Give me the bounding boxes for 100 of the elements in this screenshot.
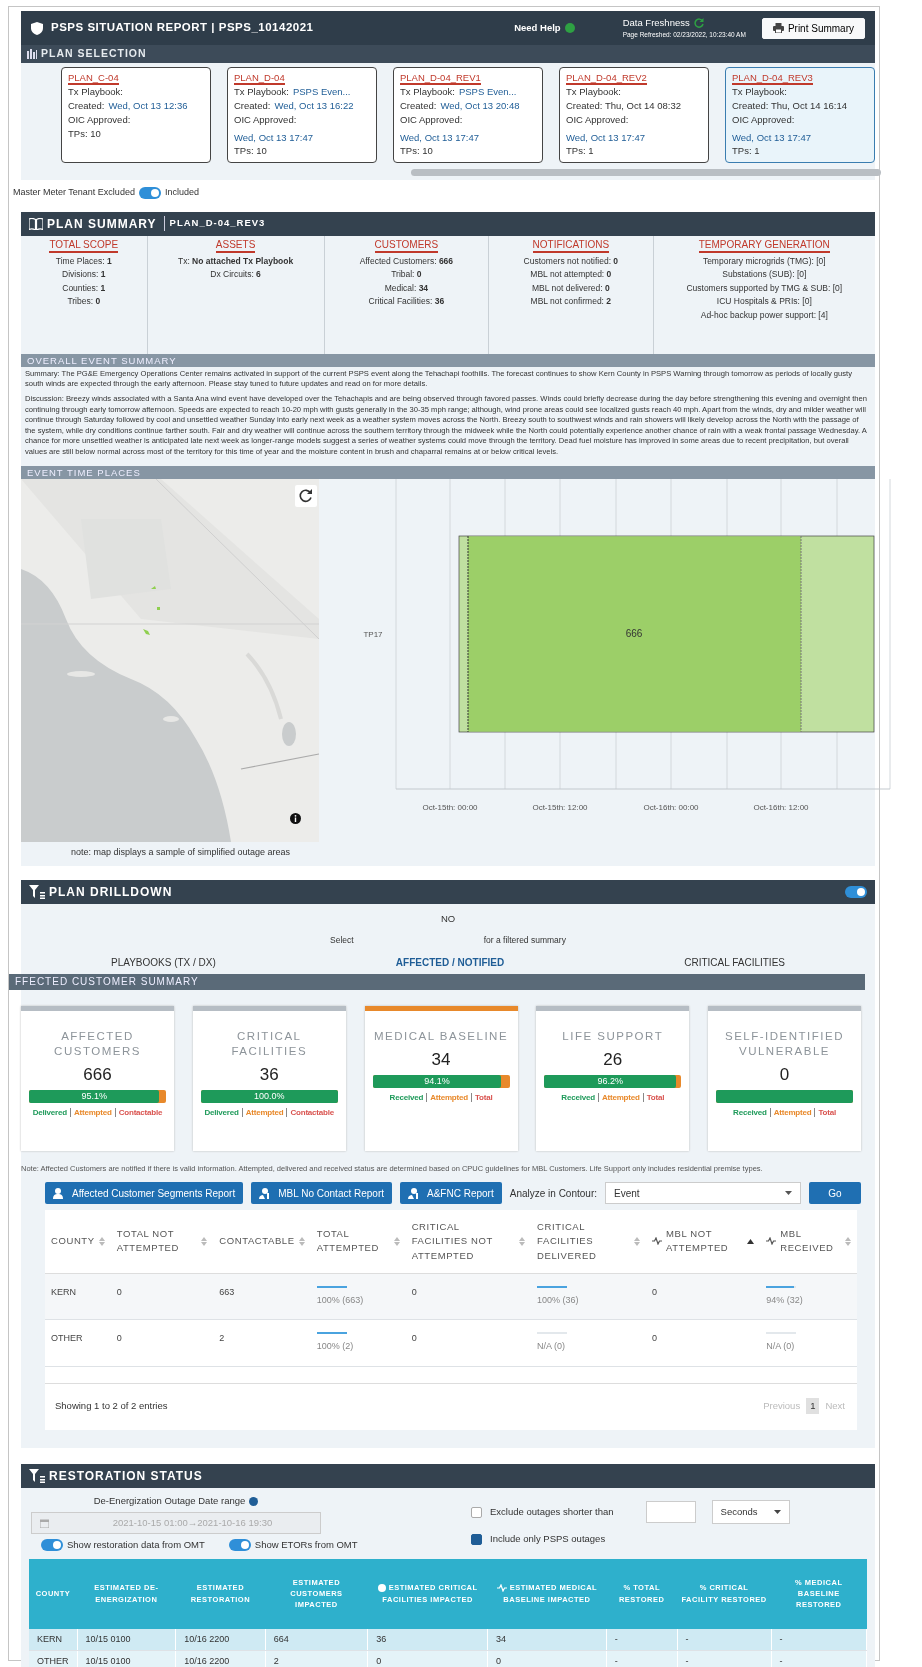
column-header[interactable]: TOTAL NOT ATTEMPTED [116, 1227, 208, 1256]
toggle-switch[interactable] [138, 186, 161, 199]
table-cell: OTHER [37, 1656, 69, 1666]
plan-card[interactable]: PLAN_C-04 Tx Playbook: Created: Wed, Oct 13 12:36 OIC Approved: TPs: 10 [61, 67, 211, 163]
field-label: De-Energization Outage Date range [93, 1494, 246, 1508]
column-header[interactable]: TOTAL ATTEMPTED [316, 1227, 400, 1256]
legend-label: Total [814, 1108, 836, 1118]
pagination-link[interactable]: 1 [806, 1397, 820, 1414]
sort-icon [634, 1236, 641, 1246]
summary-line: Dx Circuits: 6 [209, 268, 262, 282]
field-value: Wed, Oct 13 12:36 [108, 99, 188, 113]
column-header[interactable]: CRITICAL FACILITIES DELIVERED [537, 1220, 641, 1263]
metric-card[interactable]: SELF-IDENTIFIED VULNERABLE 0 Received Attempted Total [708, 1005, 861, 1151]
help-link[interactable]: Need Help [514, 20, 561, 36]
column-header[interactable]: CRITICAL FACILITIES NOT ATTEMPTED [411, 1220, 526, 1263]
checkbox-label: Include only PSPS outages [490, 1532, 606, 1546]
summary-line: Substations (SUB): [0] [721, 268, 808, 282]
table-cell: - [614, 1633, 618, 1644]
go-button[interactable]: Go [809, 1182, 861, 1204]
printer-icon [772, 23, 784, 33]
toggle-switch[interactable] [845, 885, 867, 898]
plan-name[interactable]: PLAN_D-04_REV2 [566, 72, 647, 86]
metric-value: 36 [258, 1063, 280, 1086]
drilldown-tab[interactable]: PLAYBOOKS (TX / DX) [111, 954, 216, 970]
legend-label: Attempted [769, 1108, 812, 1118]
sort-icon [201, 1236, 208, 1246]
legend-label: Received [561, 1093, 595, 1103]
field-value: Wed, Oct 13 16:22 [274, 99, 354, 113]
summary-line: MBL not delivered: 0 [531, 281, 611, 295]
plan-name[interactable]: PLAN_D-04 [234, 72, 285, 86]
field-label: TPs: 10 [68, 126, 101, 141]
table-cell: 10/16 2200 [184, 1633, 230, 1644]
toggle-switch[interactable] [228, 1539, 251, 1552]
report-button[interactable]: Affected Customer Segments Report [45, 1182, 244, 1204]
unit-select[interactable]: Seconds [711, 1500, 790, 1524]
metric-value: 0 [778, 1063, 791, 1086]
field-label: Tx Playbook: [234, 85, 289, 100]
plan-name[interactable]: PLAN_C-04 [68, 72, 119, 86]
toggle-label: Included [164, 186, 199, 199]
metric-card[interactable]: AFFECTED CUSTOMERS 666 95.1% Delivered Attempted Contactable [21, 1005, 174, 1151]
sort-icon [845, 1236, 851, 1246]
refresh-icon[interactable] [295, 485, 317, 508]
table-cell: 0 [496, 1656, 502, 1666]
metric-card[interactable]: MEDICAL BASELINE 34 94.1% Received Attempted Total [364, 1005, 518, 1151]
table-cell: 2 [219, 1333, 225, 1344]
drilldown-tab[interactable]: CRITICAL FACILITIES [684, 954, 785, 970]
section-title: PLAN SELECTION [41, 46, 147, 62]
shield-icon [31, 21, 43, 35]
field-label: Created: [234, 99, 271, 113]
table-cell: 0 [116, 1286, 122, 1297]
report-button[interactable]: MBL No Contact Report [251, 1182, 393, 1204]
checkbox[interactable] [471, 1506, 482, 1518]
plan-card[interactable]: PLAN_D-04_REV1 Tx Playbook: PSPS Even... Created: Wed, Oct 13 20:48 OIC Approved: Wed, Oct 13 17:47 TPs: 10 [393, 67, 543, 163]
section-title: FFECTED CUSTOMER SUMMARY [9, 973, 865, 990]
field-label: OIC Approved: [566, 112, 629, 127]
metric-card[interactable]: LIFE SUPPORT 26 96.2% Received Attempted Total [536, 1005, 690, 1151]
card-title: LIFE SUPPORT [561, 1028, 665, 1044]
legend-label: Delivered [204, 1108, 239, 1118]
column-header[interactable]: COUNTY [51, 1234, 105, 1249]
checkbox[interactable] [471, 1533, 482, 1545]
section-title: PLAN DRILLDOWN [49, 883, 173, 901]
legend-label: Total [470, 1093, 493, 1103]
drilldown-tab[interactable]: AFFECTED / NOTIFIED [395, 954, 505, 970]
progress-fill: 100.0% [200, 1090, 338, 1104]
table-cell: 36 [376, 1633, 387, 1644]
report-button[interactable]: A&FNC Report [400, 1182, 502, 1204]
contour-select[interactable]: Event [605, 1182, 801, 1204]
info-icon[interactable] [290, 813, 301, 825]
column-header[interactable]: MBL NOT ATTEMPTED [652, 1227, 755, 1256]
card-title: AFFECTED CUSTOMERS [53, 1028, 142, 1059]
summary-line: Divisions: 1 [61, 268, 107, 282]
column-header[interactable]: MBL RECEIVED [766, 1227, 851, 1256]
column-title: ASSETS [215, 238, 256, 253]
map-note: note: map displays a sample of simplified outage areas [70, 846, 292, 860]
plan-card[interactable]: PLAN_D-04_REV3 Tx Playbook: Created: Thu, Oct 14 16:14 OIC Approved: Wed, Oct 13 17:47 TPs: 1 [725, 67, 875, 163]
tick-label: Oct-16th: 12:00 [753, 803, 809, 813]
summary-line: MBL not attempted: 0 [529, 268, 613, 282]
summary-line: Time Places: 1 [54, 254, 113, 268]
hint-text: NO [439, 911, 457, 926]
legend-label: Attempted [597, 1093, 640, 1103]
table-cell: KERN [37, 1633, 62, 1644]
table-cell: 94% (32) [766, 1294, 803, 1305]
checkbox-label: Exclude outages shorter than [490, 1504, 614, 1519]
card-title: MEDICAL BASELINE [372, 1028, 510, 1044]
pulse-icon [766, 1237, 777, 1246]
column-header[interactable]: CONTACTABLE [219, 1234, 305, 1249]
summary-line: Customers not notified: 0 [522, 254, 620, 268]
plan-name[interactable]: PLAN_D-04_REV1 [400, 72, 481, 86]
metric-card[interactable]: CRITICAL FACILITIES 36 100.0% Delivered Attempted Contactable [192, 1005, 346, 1151]
plan-card[interactable]: PLAN_D-04_REV2 Tx Playbook: Created: Thu, Oct 14 08:32 OIC Approved: Wed, Oct 13 17:47 TPs: 1 [559, 67, 709, 163]
field-label: Created: Thu, Oct 14 08:32 [566, 99, 681, 113]
scrollbar-thumb[interactable] [411, 169, 881, 176]
toggle-switch[interactable] [41, 1539, 63, 1552]
field-label: Tx Playbook: [68, 85, 123, 100]
legend-label: Delivered [32, 1108, 67, 1118]
plan-name[interactable]: PLAN_D-04_REV3 [732, 72, 813, 86]
plan-card[interactable]: PLAN_D-04 Tx Playbook: PSPS Even... Created: Wed, Oct 13 16:22 OIC Approved: Wed, Oct 13 17:47 TPs: 10 [227, 67, 377, 163]
input-field[interactable] [645, 1501, 696, 1523]
summary-line: Tribes: 0 [66, 295, 102, 309]
print-button[interactable]: Print Summary [761, 17, 865, 39]
